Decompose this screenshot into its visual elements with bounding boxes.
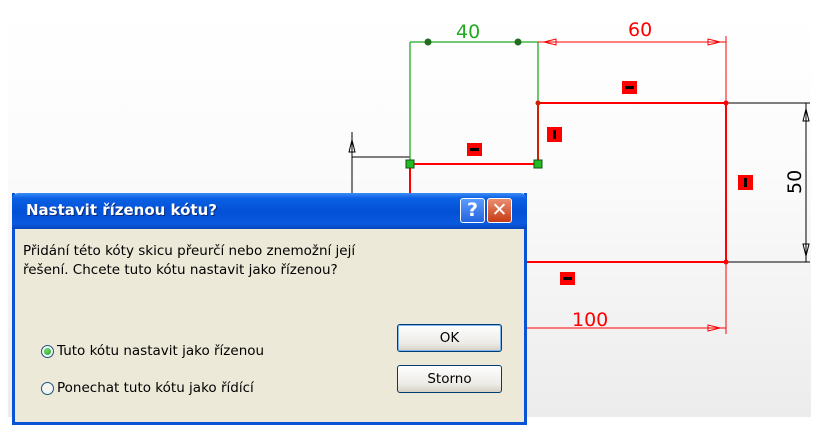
option-set-driven[interactable]: Tuto kótu nastavit jako řízenou [41,343,283,363]
message-line: řešení. Chcete tuto kótu nastavit jako ř… [23,262,338,278]
close-button[interactable]: ✕ [487,198,512,223]
dimension-40[interactable]: 40 [456,21,480,43]
driven-dimension-dialog: Nastavit řízenou kótu? ? ✕ Přidání této … [12,193,527,425]
option-label: Tuto kótu nastavit jako řízenou [57,343,265,359]
sketch-point[interactable] [535,100,541,106]
sketch-point[interactable] [723,259,729,265]
dimension-50[interactable]: 50 [784,170,806,194]
horizontal-relation-icon[interactable] [467,143,482,156]
arrow-dot [424,38,432,46]
dialog-message: Přidání této kóty skicu přeurčí nebo zne… [23,242,443,280]
ok-button[interactable]: OK [397,324,502,352]
arrow-dot [514,38,522,46]
sketch-point[interactable] [533,159,543,169]
sketch-point[interactable] [723,100,729,106]
horizontal-relation-icon[interactable] [560,272,575,285]
cancel-button[interactable]: Storno [397,365,502,393]
vertical-relation-icon[interactable] [547,127,562,142]
vertical-relation-icon[interactable] [738,175,753,190]
dimension-60[interactable]: 60 [628,19,652,41]
dialog-titlebar[interactable]: Nastavit řízenou kótu? ? ✕ [12,193,527,229]
message-line: Přidání této kóty skicu přeurčí nebo zne… [23,243,356,259]
radio-selected-icon[interactable] [41,344,54,358]
dialog-title: Nastavit řízenou kótu? [26,201,217,219]
radio-unselected-icon[interactable] [41,381,54,395]
sketch-point[interactable] [405,159,415,169]
option-label: Ponechat tuto kótu jako řídící [57,380,254,396]
horizontal-relation-icon[interactable] [622,81,637,94]
option-keep-driving[interactable]: Ponechat tuto kótu jako řídící [41,380,283,400]
help-button[interactable]: ? [460,198,485,223]
dimension-100[interactable]: 100 [572,309,608,331]
